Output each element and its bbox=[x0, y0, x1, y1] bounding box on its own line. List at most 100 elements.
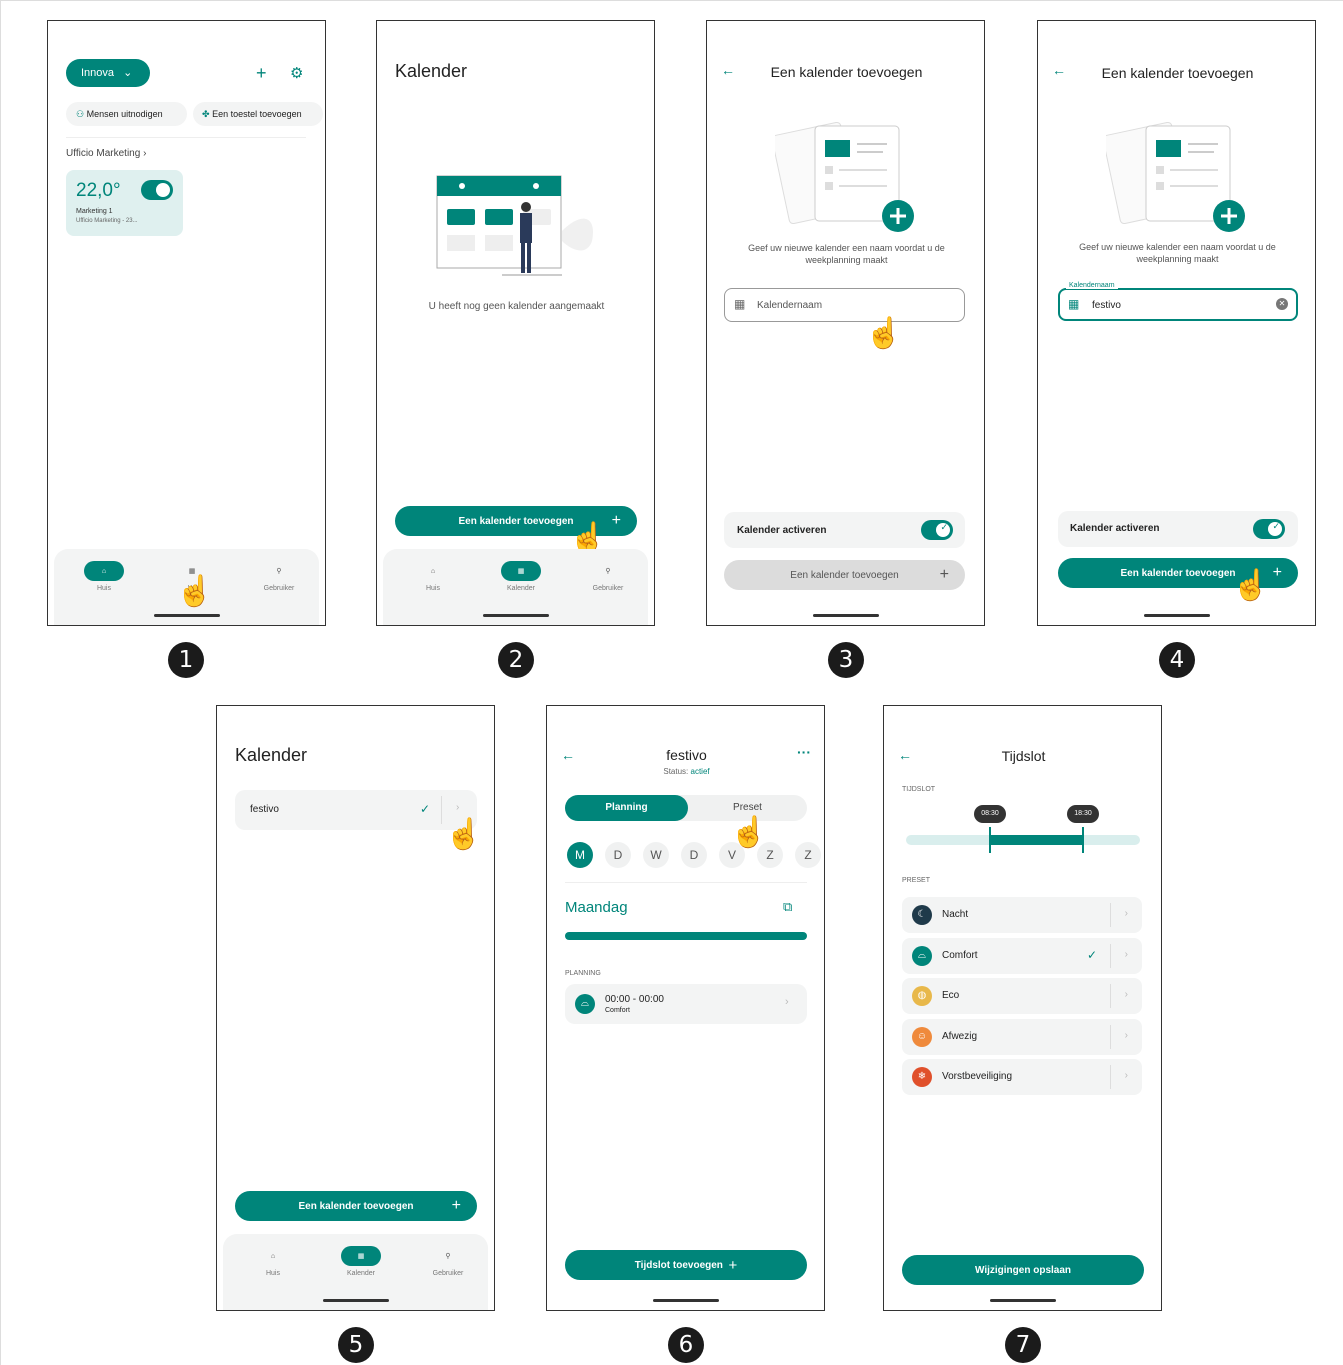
zone-card[interactable]: 22,0° Marketing 1 Ufficio Marketing - 23… bbox=[66, 170, 183, 236]
room-link[interactable]: Ufficio Marketing › bbox=[66, 148, 146, 159]
day-3[interactable]: D bbox=[681, 842, 707, 868]
nav-calendar[interactable]: ▦ Kalender bbox=[491, 561, 551, 592]
gear-icon[interactable]: ⚙ bbox=[290, 64, 303, 82]
page-title: Kalender bbox=[235, 745, 308, 765]
calendar-icon: ▦ bbox=[1068, 297, 1080, 311]
zone-toggle[interactable] bbox=[141, 180, 173, 200]
divider bbox=[1110, 903, 1111, 927]
plus-icon: + bbox=[728, 1256, 738, 1274]
calendar-icon: ▦ bbox=[341, 1246, 381, 1266]
pointer-hand-icon: ☝ bbox=[1232, 569, 1270, 602]
chevron-right-icon[interactable]: › bbox=[1125, 949, 1128, 960]
day-title: Maandag bbox=[565, 899, 628, 916]
calendar-icon: ▦ bbox=[501, 561, 541, 581]
day-2[interactable]: W bbox=[643, 842, 669, 868]
screen-add-calendar-filled: ← Een kalender toevoegen Geef uw nieuwe … bbox=[1037, 20, 1316, 626]
more-options-icon[interactable]: ··· bbox=[797, 744, 811, 760]
chevron-right-icon[interactable]: › bbox=[1125, 1030, 1128, 1041]
input-placeholder: Kalendernaam bbox=[757, 300, 823, 311]
input-value: festivo bbox=[1092, 300, 1121, 311]
home-indicator bbox=[153, 614, 220, 617]
preset-row[interactable]: ☺ Afwezig › bbox=[902, 1018, 1142, 1055]
day-6[interactable]: Z bbox=[795, 842, 821, 868]
nav-calendar[interactable]: ▦ Kalender bbox=[331, 1246, 391, 1277]
home-indicator bbox=[482, 614, 549, 617]
nav-home-label: Huis bbox=[425, 585, 440, 592]
users-icon: ⚇ bbox=[76, 109, 85, 119]
nav-user[interactable]: ⚲ Gebruiker bbox=[249, 561, 309, 592]
step-number: 4 bbox=[1159, 642, 1195, 678]
preset-row[interactable]: ◍ Eco › bbox=[902, 978, 1142, 1014]
chevron-right-icon[interactable]: › bbox=[1125, 989, 1128, 1000]
day-4[interactable]: V bbox=[719, 842, 745, 868]
preset-label: Nacht bbox=[942, 909, 969, 920]
nav-home[interactable]: ⌂ Huis bbox=[74, 561, 134, 592]
screen-add-calendar: ← Een kalender toevoegen Geef uw nieuwe … bbox=[706, 20, 985, 626]
add-calendar-button[interactable]: Een kalender toevoegen + bbox=[235, 1191, 477, 1221]
step-number: 6 bbox=[668, 1327, 704, 1363]
screen-calendar-detail: ← festivo Status: actief ··· Planning Pr… bbox=[546, 705, 825, 1311]
add-calendar-button-disabled[interactable]: Een kalender toevoegen + bbox=[724, 560, 965, 590]
chevron-right-icon[interactable]: › bbox=[1125, 908, 1128, 919]
house-name: Innova bbox=[81, 67, 115, 79]
nav-user[interactable]: ⚲ Gebruiker bbox=[418, 1246, 478, 1277]
calendar-item-name: festivo bbox=[250, 804, 279, 815]
step-number: 7 bbox=[1005, 1327, 1041, 1363]
preset-row[interactable]: ⌓ Comfort › ✓ bbox=[902, 937, 1142, 974]
day-0[interactable]: M bbox=[567, 842, 593, 868]
plus-icon[interactable]: + bbox=[256, 63, 267, 84]
add-timeslot-button[interactable]: Tijdslot toevoegen + bbox=[565, 1250, 807, 1280]
preset-icon: ⌓ bbox=[912, 945, 932, 966]
check-icon: ✓ bbox=[420, 802, 431, 816]
invite-people-chip[interactable]: ⚇ Mensen uitnodigen bbox=[66, 102, 187, 126]
tab-switcher: Planning Preset bbox=[565, 795, 807, 821]
chevron-right-icon[interactable]: › bbox=[1125, 1070, 1128, 1081]
tab-planning[interactable]: Planning bbox=[565, 795, 688, 821]
preset-row[interactable]: ❄ Vorstbeveiliging › bbox=[902, 1059, 1142, 1095]
chevron-right-icon[interactable]: › bbox=[456, 802, 459, 813]
copy-icon[interactable]: ⧉ bbox=[783, 899, 792, 915]
plus-icon: + bbox=[451, 1197, 461, 1214]
nav-user[interactable]: ⚲ Gebruiker bbox=[578, 561, 638, 592]
activate-label: Kalender activeren bbox=[1070, 523, 1160, 534]
calendar-list-item[interactable]: festivo ✓ › bbox=[235, 790, 477, 830]
timeslot-preset: Comfort bbox=[605, 1007, 630, 1014]
nav-home[interactable]: ⌂ Huis bbox=[403, 561, 463, 593]
add-device-chip[interactable]: ✤ Een toestel toevoegen bbox=[193, 102, 323, 126]
nav-calendar-label: Kalender bbox=[346, 1270, 376, 1277]
check-icon: ✓ bbox=[1087, 947, 1098, 962]
timeslot-time: 00:00 - 00:00 bbox=[605, 994, 664, 1005]
start-handle[interactable] bbox=[989, 827, 991, 853]
divider bbox=[66, 137, 306, 138]
hint-text: Geef uw nieuwe kalender een naam voordat… bbox=[748, 243, 945, 265]
activate-toggle[interactable]: ✓ bbox=[921, 520, 953, 540]
day-1[interactable]: D bbox=[605, 842, 631, 868]
nav-calendar-label: Kalender bbox=[506, 585, 536, 592]
add-calendar-label: Een kalender toevoegen bbox=[1120, 567, 1236, 579]
status-badge: actief bbox=[690, 767, 710, 776]
save-changes-label: Wijzigingen opslaan bbox=[974, 1264, 1072, 1276]
timeslot-row[interactable]: ⌓ 00:00 - 00:00 Comfort › bbox=[565, 984, 807, 1024]
add-calendar-label: Een kalender toevoegen bbox=[298, 1200, 414, 1212]
save-changes-button[interactable]: Wijzigingen opslaan bbox=[902, 1255, 1144, 1285]
preset-row[interactable]: ☾ Nacht › bbox=[902, 897, 1142, 933]
home-indicator bbox=[652, 1299, 719, 1302]
nav-home[interactable]: ⌂ Huis bbox=[243, 1246, 303, 1278]
page-title: Een kalender toevoegen bbox=[770, 64, 923, 80]
step-number: 5 bbox=[338, 1327, 374, 1363]
home-indicator bbox=[1143, 614, 1210, 617]
activate-label: Kalender activeren bbox=[737, 525, 827, 536]
activate-toggle[interactable]: ✓ bbox=[1253, 519, 1285, 539]
section-label: PRESET bbox=[902, 877, 931, 884]
divider bbox=[441, 796, 442, 824]
end-handle[interactable] bbox=[1082, 827, 1084, 853]
divider bbox=[1110, 1065, 1111, 1089]
clear-icon[interactable]: ✕ bbox=[1276, 298, 1288, 310]
add-document-illustration bbox=[775, 121, 914, 232]
calendar-name-input[interactable]: ▦ Kalendernaam bbox=[724, 288, 965, 322]
calendar-name-input[interactable]: Kalendernaam ▦ festivo ✕ bbox=[1058, 282, 1298, 321]
house-selector[interactable]: Innova ⌄ bbox=[66, 59, 150, 87]
nav-user-label: Gebruiker bbox=[592, 585, 624, 592]
home-icon: ⌂ bbox=[84, 561, 124, 581]
day-5[interactable]: Z bbox=[757, 842, 783, 868]
